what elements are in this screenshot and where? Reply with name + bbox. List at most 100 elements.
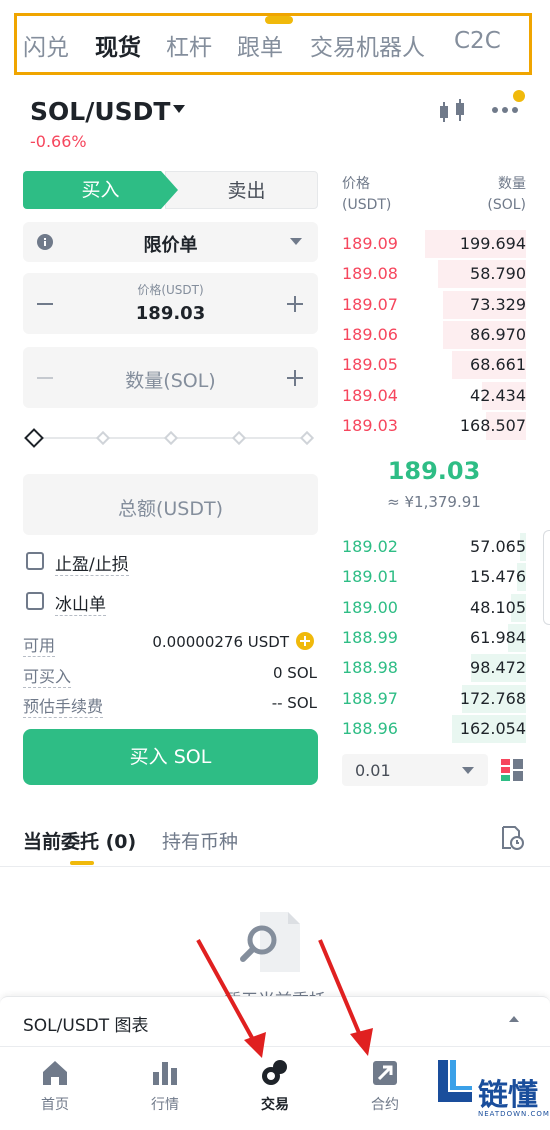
last-price[interactable]: 189.03 [342, 457, 526, 485]
slider-stop-100[interactable] [299, 430, 315, 446]
chevron-down-icon [462, 767, 474, 774]
tab-copy-trading[interactable]: 跟单 [237, 28, 283, 62]
ask-price[interactable]: 189.09 [342, 234, 398, 253]
fee-label: 预估手续费 [23, 693, 104, 718]
ask-price[interactable]: 189.08 [342, 264, 398, 283]
available-value: 0.00000276 USDT [152, 633, 289, 651]
watermark-subtext: NEATDOWN.COM [478, 1110, 550, 1118]
sell-tab[interactable]: 卖出 [165, 171, 318, 209]
ask-row[interactable]: 189.06 86.970 [342, 320, 526, 350]
price-value[interactable]: 189.03 [23, 303, 318, 324]
bid-qty: 172.768 [459, 688, 526, 708]
ask-row[interactable]: 189.05 68.661 [342, 350, 526, 380]
top-tabs-highlight: 闪兑 现货 杠杆 跟单 交易机器人 C2C [14, 13, 532, 75]
section-divider [0, 866, 550, 867]
order-history-icon[interactable] [500, 825, 524, 851]
ask-qty: 199.694 [459, 234, 526, 253]
chart-drawer-label[interactable]: SOL/USDT 图表 [23, 1011, 148, 1036]
nav-home[interactable]: 首页 [15, 1058, 95, 1114]
bid-row[interactable]: 189.01 15.476 [342, 562, 526, 592]
bid-price[interactable]: 189.02 [342, 537, 398, 556]
tab-margin[interactable]: 杠杆 [166, 28, 212, 62]
bid-qty: 57.065 [470, 537, 526, 556]
bid-price[interactable]: 189.00 [342, 598, 398, 617]
bid-qty: 61.984 [470, 627, 526, 647]
ask-row[interactable]: 189.09 199.694 [342, 229, 526, 259]
buy-submit-button[interactable]: 买入 SOL [23, 729, 318, 785]
tp-sl-label[interactable]: 止盈/止损 [55, 550, 129, 576]
orderbook-qty-header-label: 数量 [498, 176, 526, 192]
tab-flash-swap[interactable]: 闪兑 [23, 28, 69, 62]
chevron-up-icon[interactable] [509, 1016, 519, 1022]
ask-price[interactable]: 189.07 [342, 295, 398, 314]
bid-qty: 162.054 [459, 718, 526, 738]
ask-price[interactable]: 189.06 [342, 325, 398, 344]
tab-open-orders[interactable]: 当前委托 (0) [23, 827, 136, 854]
bid-row[interactable]: 188.97 172.768 [342, 684, 526, 714]
iceberg-label[interactable]: 冰山单 [55, 590, 106, 616]
bid-price[interactable]: 188.98 [342, 658, 398, 677]
nav-markets[interactable]: 行情 [125, 1058, 205, 1114]
ask-row[interactable]: 189.08 58.790 [342, 259, 526, 289]
fee-value: -- SOL [271, 694, 317, 712]
bid-price[interactable]: 188.96 [342, 719, 398, 738]
orderbook-price-header: 价格 (USDT) [342, 174, 391, 216]
ask-row[interactable]: 189.04 42.434 [342, 381, 526, 411]
nav-futures[interactable]: 合约 [345, 1058, 425, 1114]
nav-home-label: 首页 [41, 1097, 69, 1113]
depth-precision-value: 0.01 [355, 761, 391, 780]
tab-spot[interactable]: 现货 [95, 28, 141, 62]
pair-dropdown-caret-icon[interactable] [173, 105, 185, 113]
slider-stop-75[interactable] [231, 430, 247, 446]
nav-markets-label: 行情 [151, 1097, 179, 1113]
ask-qty: 42.434 [470, 385, 526, 405]
candlestick-chart-icon[interactable] [438, 98, 468, 124]
bid-row[interactable]: 188.98 98.472 [342, 653, 526, 683]
pair-title[interactable]: SOL/USDT [30, 97, 170, 126]
nav-trade[interactable]: 交易 [235, 1058, 315, 1114]
more-menu-icon[interactable] [490, 100, 520, 120]
edge-swipe-handle[interactable] [543, 530, 550, 625]
ask-qty: 168.507 [459, 415, 526, 435]
nav-trade-label: 交易 [261, 1097, 289, 1113]
ask-price[interactable]: 189.05 [342, 355, 398, 374]
order-type-label: 限价单 [143, 235, 198, 256]
notification-dot [513, 90, 525, 102]
ask-price[interactable]: 189.04 [342, 386, 398, 405]
slider-handle[interactable] [24, 428, 44, 448]
active-tab-indicator [70, 861, 94, 865]
bid-price[interactable]: 188.99 [342, 628, 398, 647]
bid-row[interactable]: 189.02 57.065 [342, 532, 526, 562]
bid-row[interactable]: 189.00 48.105 [342, 593, 526, 623]
ask-row[interactable]: 189.03 168.507 [342, 411, 526, 441]
buy-tab[interactable]: 买入 [23, 171, 178, 209]
slider-stop-25[interactable] [95, 430, 111, 446]
tab-c2c[interactable]: C2C [454, 28, 501, 54]
chevron-down-icon [290, 238, 302, 245]
ask-price[interactable]: 189.03 [342, 416, 398, 435]
ask-row[interactable]: 189.07 73.329 [342, 290, 526, 320]
bid-price[interactable]: 188.97 [342, 689, 398, 708]
tab-holdings[interactable]: 持有币种 [162, 827, 238, 854]
iceberg-checkbox[interactable] [26, 592, 44, 610]
total-placeholder: 总额(USDT) [117, 498, 224, 520]
bid-price[interactable]: 189.01 [342, 567, 398, 586]
ask-qty: 68.661 [470, 355, 526, 375]
bid-row[interactable]: 188.99 61.984 [342, 623, 526, 653]
futures-icon [373, 1061, 397, 1085]
fiat-price: ≈ ¥1,379.91 [387, 493, 481, 511]
bid-row[interactable]: 188.96 162.054 [342, 714, 526, 744]
slider-stop-50[interactable] [163, 430, 179, 446]
bid-qty: 98.472 [470, 658, 526, 678]
home-icon [43, 1061, 67, 1085]
bid-qty: 15.476 [470, 567, 526, 587]
orderbook-layout-icon[interactable] [500, 758, 524, 782]
ask-qty: 58.790 [470, 264, 526, 284]
max-buy-value: 0 SOL [273, 664, 317, 682]
watermark-logo-icon [438, 1060, 472, 1102]
tab-trading-bots[interactable]: 交易机器人 [310, 28, 425, 62]
add-funds-icon[interactable] [296, 632, 314, 650]
tp-sl-checkbox[interactable] [26, 552, 44, 570]
trade-coins-icon [262, 1060, 287, 1085]
empty-state-text: 暂无当前委托 [200, 986, 350, 996]
